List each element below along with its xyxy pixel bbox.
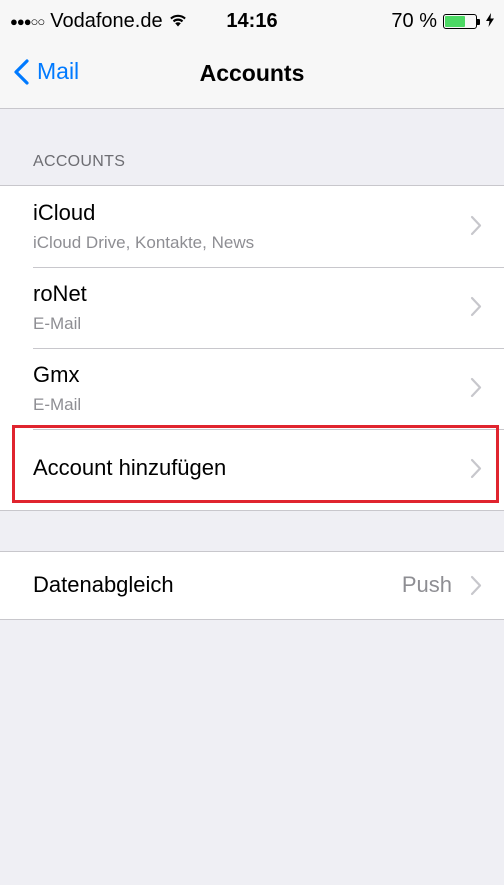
account-subtitle: E-Mail (33, 314, 82, 333)
navigation-bar: Mail Accounts (0, 40, 504, 109)
fetch-mode-row[interactable]: Datenabgleich Push (0, 552, 504, 619)
battery-percent: 70 % (391, 10, 437, 32)
fetch-mode-value: Push (401, 572, 452, 597)
bolt-icon (486, 10, 494, 33)
account-row-gmx[interactable]: Gmx E-Mail (0, 348, 504, 429)
account-row-icloud[interactable]: iCloud iCloud Drive, Kontakte, News (0, 186, 504, 267)
account-subtitle: iCloud Drive, Kontakte, News (33, 233, 255, 252)
account-row-ronet[interactable]: roNet E-Mail (0, 267, 504, 348)
chevron-right-icon (470, 575, 482, 596)
fetch-mode-label: Datenabgleich (33, 572, 174, 597)
chevron-right-icon (470, 296, 482, 317)
accounts-section-header: ACCOUNTS (33, 153, 126, 170)
account-title: Gmx (33, 362, 80, 387)
account-subtitle: E-Mail (33, 395, 82, 414)
status-right: 70 % (391, 10, 494, 33)
status-bar: ●●●○○ Vodafone.de 14:16 70 % (0, 0, 504, 40)
accounts-list: iCloud iCloud Drive, Kontakte, News roNe… (0, 185, 504, 511)
add-account-row[interactable]: Account hinzufügen (0, 429, 504, 510)
chevron-right-icon (470, 215, 482, 236)
page-title: Accounts (199, 60, 305, 86)
account-title: roNet (33, 281, 87, 306)
add-account-label: Account hinzufügen (33, 455, 227, 480)
account-title: iCloud (33, 200, 96, 225)
battery-icon (443, 14, 480, 29)
chevron-right-icon (470, 377, 482, 398)
chevron-right-icon (470, 458, 482, 479)
sync-list: Datenabgleich Push (0, 551, 504, 620)
